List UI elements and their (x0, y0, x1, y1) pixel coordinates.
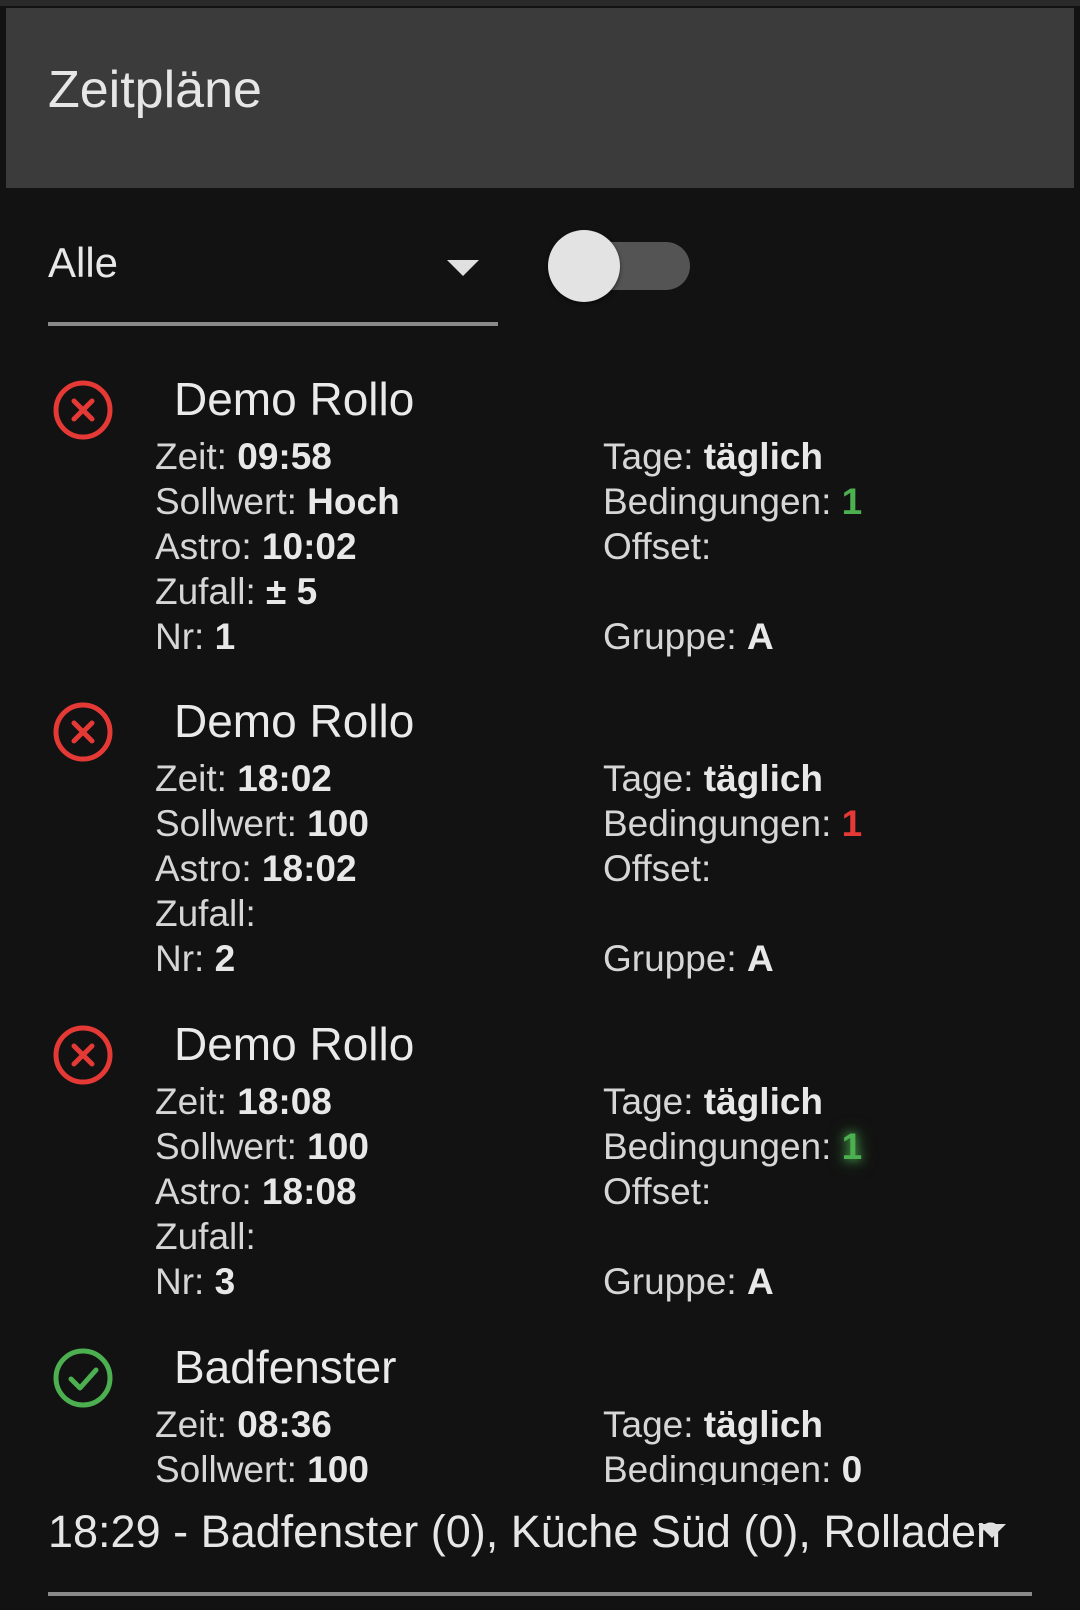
astro-row: Astro: 18:02 (155, 848, 357, 889)
sollwert-row: Sollwert: 100 (155, 1449, 369, 1485)
bedingungen-count: 1 (841, 1126, 863, 1167)
zeit-row: Zeit: 08:36 (155, 1404, 332, 1445)
schedule-list: Demo Rollo Zeit: 09:58 Sollwert: Hoch As… (0, 360, 1080, 1485)
bedingungen-row: Bedingungen: 0 (603, 1447, 862, 1485)
sollwert-row: Sollwert: 100 (155, 803, 369, 844)
astro-row: Astro: 10:02 (155, 526, 357, 567)
close-circle-icon (53, 1025, 113, 1085)
filter-selected-value: Alle (48, 239, 119, 286)
bedingungen-row: Bedingungen: 1 (603, 1126, 863, 1167)
chevron-down-icon (447, 260, 479, 276)
zeit-row: Zeit: 18:08 (155, 1081, 332, 1122)
schedule-name: Demo Rollo (174, 373, 415, 425)
bedingungen-count: 1 (841, 481, 863, 522)
astro-row: Astro: 18:08 (155, 1171, 357, 1212)
zufall-row: Zufall: ± 5 (155, 571, 318, 612)
zufall-row: Zufall: (155, 1216, 256, 1257)
tage-row: Tage: täglich (603, 436, 824, 477)
schedule-name: Badfenster (174, 1341, 397, 1393)
zeit-row: Zeit: 18:02 (155, 758, 332, 799)
app-header: Zeitpläne (6, 8, 1074, 188)
tage-row: Tage: täglich (603, 1081, 824, 1122)
gruppe-row: Gruppe: A (603, 1261, 774, 1302)
offset-row: Offset: (603, 848, 712, 889)
page-title: Zeitpläne (48, 61, 262, 119)
tage-row: Tage: täglich (603, 758, 824, 799)
tage-row: Tage: täglich (603, 1404, 824, 1445)
toggle-thumb[interactable] (548, 230, 620, 302)
gruppe-row: Gruppe: A (603, 616, 774, 657)
zeit-row: Zeit: 09:58 (155, 436, 332, 477)
next-events-select[interactable]: 18:29 - Badfenster (0), Küche Süd (0), R… (48, 1490, 1032, 1596)
top-status-line (0, 0, 1080, 6)
offset-row: Offset: (603, 526, 712, 567)
sollwert-row: Sollwert: 100 (155, 1126, 369, 1167)
bedingungen-row: Bedingungen: 1 (603, 803, 863, 844)
schedule-name: Demo Rollo (174, 695, 415, 747)
gruppe-row: Gruppe: A (603, 938, 774, 979)
nr-row: Nr: 3 (155, 1261, 236, 1302)
offset-row: Offset: (603, 1171, 712, 1212)
schedule-item[interactable]: Demo Rollo Zeit: 18:02 Sollwert: 100 Ast… (0, 682, 1080, 1004)
schedule-item[interactable]: Badfenster Zeit: 08:36 Sollwert: 100 Tag… (0, 1328, 1080, 1485)
bedingungen-count: 0 (841, 1449, 863, 1485)
close-circle-icon (53, 380, 113, 440)
filter-select[interactable]: Alle (48, 220, 498, 326)
chevron-down-icon (978, 1524, 1006, 1538)
bedingungen-row: Bedingungen: 1 (603, 481, 863, 522)
check-circle-icon (53, 1348, 113, 1408)
next-events-value: 18:29 - Badfenster (0), Küche Süd (0), R… (48, 1506, 1002, 1557)
bedingungen-count: 1 (841, 803, 863, 844)
close-circle-icon (53, 702, 113, 762)
schedule-toggle[interactable] (546, 230, 692, 304)
nr-row: Nr: 2 (155, 938, 236, 979)
schedule-item[interactable]: Demo Rollo Zeit: 09:58 Sollwert: Hoch As… (0, 360, 1080, 682)
zufall-row: Zufall: (155, 893, 256, 934)
nr-row: Nr: 1 (155, 616, 236, 657)
schedule-name: Demo Rollo (174, 1018, 415, 1070)
sollwert-row: Sollwert: Hoch (155, 481, 400, 522)
schedule-item[interactable]: Demo Rollo Zeit: 18:08 Sollwert: 100 Ast… (0, 1005, 1080, 1327)
